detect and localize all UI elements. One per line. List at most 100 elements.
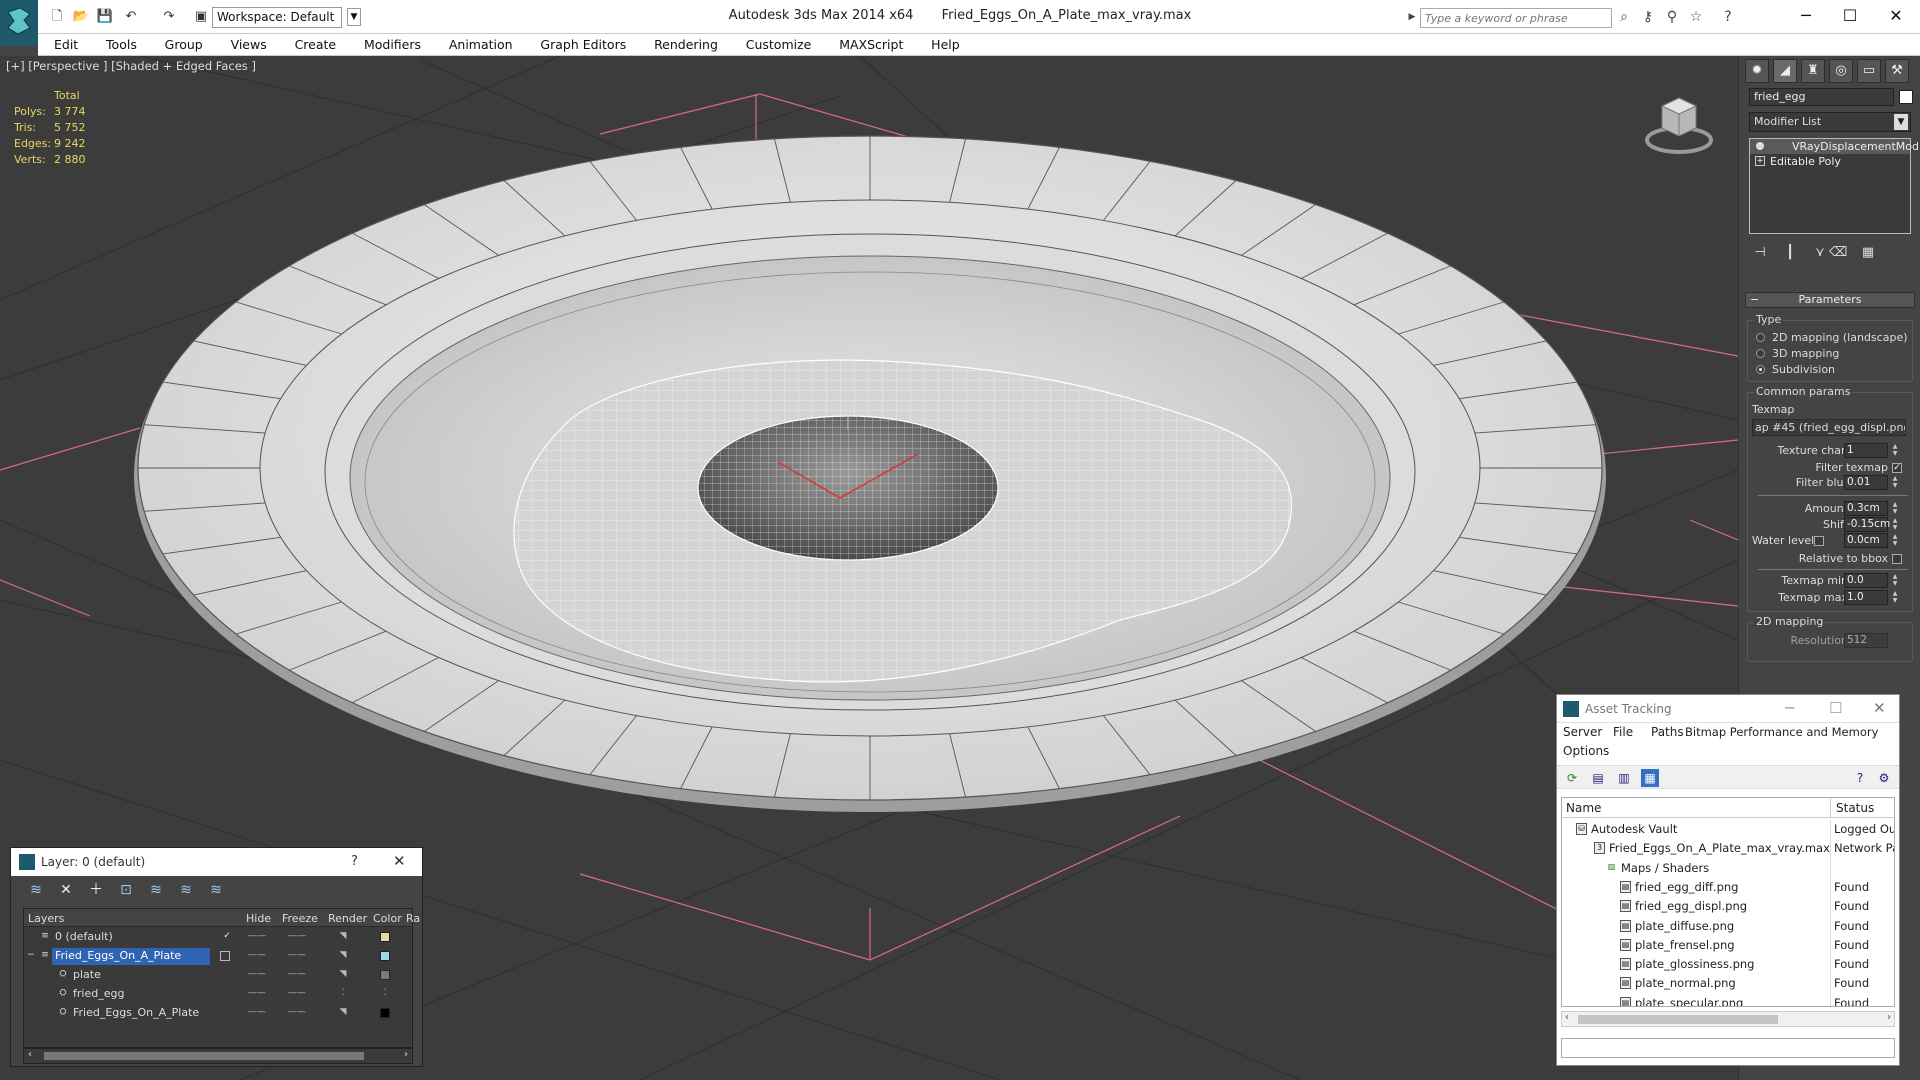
help-icon[interactable]: ? — [1851, 769, 1869, 787]
modifier-list-dropdown[interactable]: Modifier List ▼ — [1749, 112, 1911, 132]
menu-paths[interactable]: Paths — [1651, 725, 1684, 739]
refresh-icon[interactable]: ⟳ — [1563, 769, 1581, 787]
delete-layer-icon[interactable]: ✕ — [57, 881, 75, 899]
subscription-key-icon[interactable]: ⚷ — [1638, 8, 1658, 26]
menu-customize[interactable]: Customize — [734, 34, 824, 55]
column-freeze[interactable]: Freeze — [282, 912, 318, 925]
show-end-result-icon[interactable]: ┃ — [1781, 244, 1799, 262]
collapse-minus-icon[interactable]: − — [24, 950, 38, 962]
menu-animation[interactable]: Animation — [437, 34, 525, 55]
texmap-min-spinner[interactable]: 0.0 — [1844, 573, 1888, 588]
add-to-layer-icon[interactable]: ＋ — [87, 881, 105, 899]
help-icon[interactable]: ? — [351, 854, 358, 869]
spinner-arrows-icon[interactable]: ▲ ▼ — [1891, 501, 1899, 516]
select-objects-in-layer-icon[interactable]: ⊡ — [117, 881, 135, 899]
search-input[interactable] — [1421, 9, 1601, 27]
motion-tab-icon[interactable]: ◎ — [1829, 59, 1853, 83]
water-level-spinner[interactable]: 0.0cm — [1844, 533, 1888, 548]
render-teapot-icon[interactable]: ◥ — [336, 969, 350, 981]
render-dots-icon[interactable]: ⁚ — [336, 988, 350, 1000]
menu-help[interactable]: Help — [919, 34, 972, 55]
column-name[interactable]: Name — [1566, 801, 1601, 815]
menu-options[interactable]: Options — [1563, 744, 1609, 758]
filter-texmap-checkbox[interactable]: ✓ — [1892, 463, 1902, 473]
detail-view-icon[interactable]: ▥ — [1615, 769, 1633, 787]
parameters-rollout-header[interactable]: − Parameters — [1745, 292, 1915, 308]
menu-tools[interactable]: Tools — [94, 34, 149, 55]
layer-color-swatch[interactable] — [380, 970, 390, 980]
layer-properties-icon[interactable]: ≋ — [27, 881, 45, 899]
asset-row[interactable]: ▤ plate_frensel.png Found — [1562, 935, 1894, 955]
menu-create[interactable]: Create — [283, 34, 349, 55]
maximize-icon[interactable]: ☐ — [1829, 699, 1842, 717]
menu-group[interactable]: Group — [153, 34, 215, 55]
expand-plus-icon[interactable]: + — [1755, 156, 1765, 166]
stack-item-vraydisplacement[interactable]: VRayDisplacementMod — [1750, 139, 1919, 154]
scrollbar-thumb[interactable] — [1578, 1015, 1778, 1024]
asset-dialog-titlebar[interactable]: Asset Tracking ─ ☐ ✕ — [1557, 695, 1899, 723]
utilities-tab-icon[interactable]: ⚒ — [1885, 59, 1909, 83]
hide-toggle[interactable]: —— — [248, 950, 266, 962]
hide-toggle[interactable]: —— — [248, 988, 266, 1000]
hierarchy-tab-icon[interactable]: ♜ — [1801, 59, 1825, 83]
list-view-icon[interactable]: ▤ — [1589, 769, 1607, 787]
hide-toggle[interactable]: —— — [248, 931, 266, 943]
shift-spinner[interactable]: -0.15cm — [1844, 517, 1890, 532]
infocenter-search[interactable] — [1420, 8, 1612, 28]
asset-path-field[interactable] — [1561, 1038, 1895, 1058]
asset-row[interactable]: ▤ fried_egg_displ.png Found — [1562, 897, 1894, 917]
object-name-field[interactable]: fried_egg — [1749, 88, 1894, 106]
spinner-arrows-icon[interactable]: ▲ ▼ — [1891, 517, 1899, 532]
layer-color-swatch[interactable] — [380, 932, 390, 942]
scroll-right-icon[interactable]: › — [1887, 1012, 1891, 1023]
menu-file[interactable]: File — [1613, 725, 1633, 739]
binoculars-icon[interactable]: ⌕ — [1614, 8, 1634, 26]
amount-spinner[interactable]: 0.3cm — [1844, 501, 1888, 516]
hide-toggle[interactable]: —— — [248, 969, 266, 981]
asset-row[interactable]: ⛁ Autodesk Vault Logged Out — [1562, 820, 1894, 839]
spinner-arrows-icon[interactable]: ▲ ▼ — [1891, 533, 1899, 548]
freeze-unfreeze-all-icon[interactable]: ≋ — [207, 881, 225, 899]
menu-modifiers[interactable]: Modifiers — [352, 34, 433, 55]
resolution-spinner[interactable]: 512 — [1844, 633, 1888, 648]
scroll-left-icon[interactable]: ‹ — [28, 1049, 32, 1060]
column-color[interactable]: Color — [373, 912, 402, 925]
asset-row[interactable]: ▤ plate_glossiness.png Found — [1562, 955, 1894, 975]
menu-graph-editors[interactable]: Graph Editors — [528, 34, 638, 55]
texmap-max-spinner[interactable]: 1.0 — [1844, 590, 1888, 605]
radio-button[interactable] — [1756, 333, 1765, 342]
viewcube-icon[interactable] — [1640, 84, 1718, 162]
scrollbar-thumb[interactable] — [44, 1052, 364, 1060]
layer-horizontal-scrollbar[interactable]: ‹ › — [23, 1048, 413, 1064]
layer-row[interactable]: ⛭ plate —— —— ◥ — [24, 966, 412, 985]
make-current-checkbox[interactable] — [220, 951, 230, 961]
modifier-enabled-bulb-icon[interactable] — [1756, 142, 1764, 150]
freeze-toggle[interactable]: —— — [288, 988, 306, 1000]
asset-row[interactable]: 3 Fried_Eggs_On_A_Plate_max_vray.max Netwo… — [1562, 839, 1894, 859]
remove-modifier-icon[interactable]: ⌫ — [1829, 244, 1847, 262]
highlight-selected-layer-icon[interactable]: ≋ — [147, 881, 165, 899]
column-radiosity[interactable]: Ra — [406, 912, 420, 925]
menu-views[interactable]: Views — [219, 34, 279, 55]
scroll-left-icon[interactable]: ‹ — [1565, 1012, 1569, 1023]
hide-toggle[interactable]: —— — [248, 1007, 266, 1019]
relative-bbox-checkbox[interactable] — [1892, 554, 1902, 564]
favorites-star-icon[interactable]: ☆ — [1686, 8, 1706, 26]
current-layer-check-icon[interactable]: ✓ — [220, 931, 234, 943]
column-layers[interactable]: Layers — [28, 912, 64, 925]
table-view-icon[interactable]: ▦ — [1641, 769, 1659, 787]
spinner-arrows-icon[interactable]: ▲ ▼ — [1891, 573, 1899, 588]
layer-dialog-titlebar[interactable]: Layer: 0 (default) ? ✕ — [11, 848, 422, 876]
menu-rendering[interactable]: Rendering — [642, 34, 730, 55]
hide-unhide-all-icon[interactable]: ≋ — [177, 881, 195, 899]
close-icon[interactable]: ✕ — [1873, 699, 1886, 717]
filter-blur-spinner[interactable]: 0.01 — [1844, 475, 1888, 490]
render-teapot-icon[interactable]: ◥ — [336, 950, 350, 962]
menu-edit[interactable]: Edit — [38, 34, 90, 55]
app-menu-button[interactable] — [0, 0, 38, 46]
maximize-window-icon[interactable]: ☐ — [1830, 4, 1870, 28]
freeze-toggle[interactable]: —— — [288, 931, 306, 943]
column-status[interactable]: Status — [1836, 801, 1874, 815]
texmap-button[interactable]: ap #45 (fried_egg_displ.png) — [1752, 419, 1906, 436]
menu-server[interactable]: Server — [1563, 725, 1602, 739]
